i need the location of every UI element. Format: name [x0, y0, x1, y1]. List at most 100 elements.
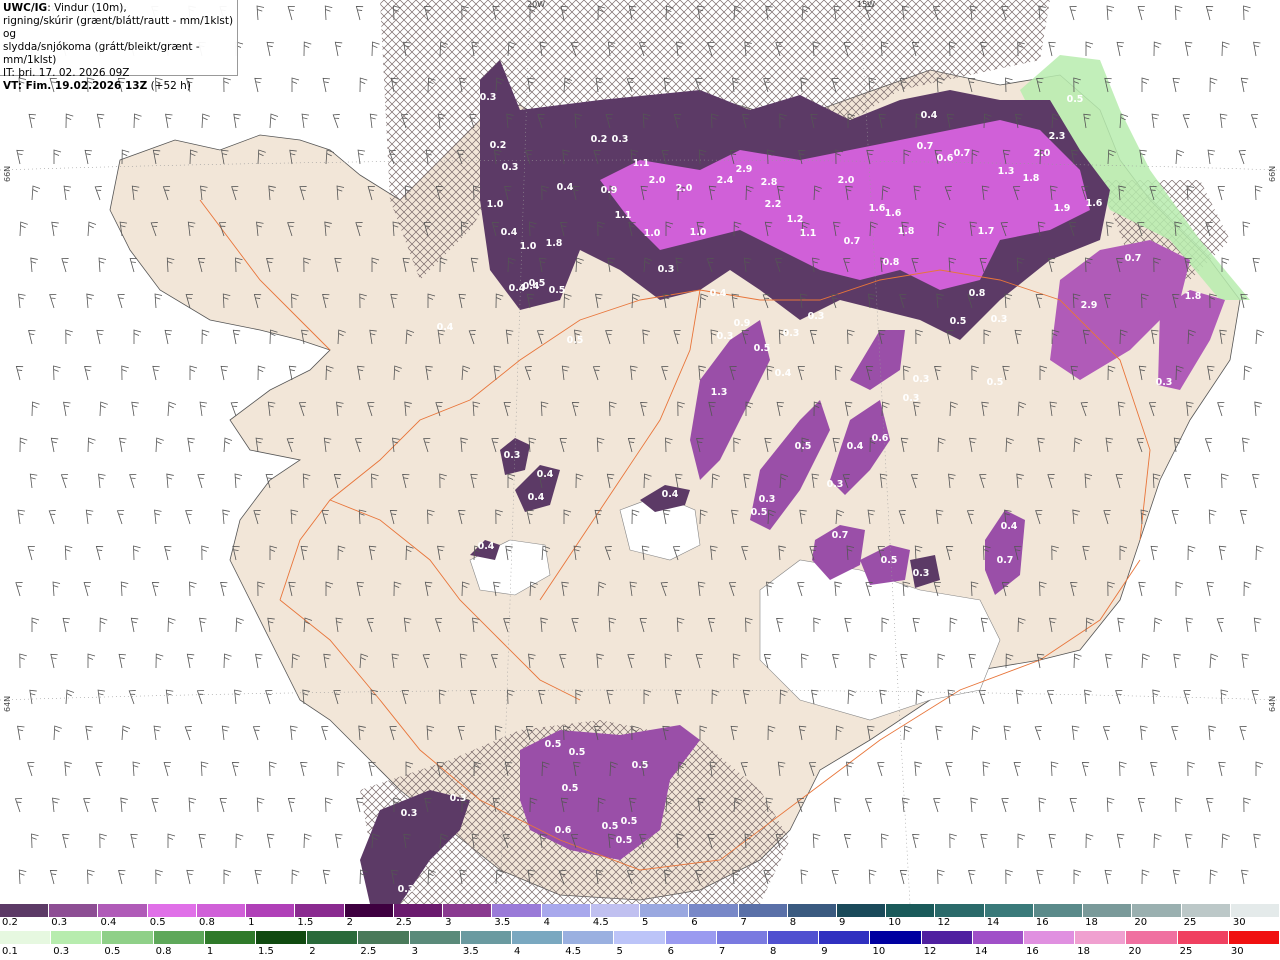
- legend-label: 25: [1183, 917, 1197, 928]
- legend-label: 4: [514, 946, 521, 957]
- legend-label: 14: [974, 946, 988, 957]
- legend-label: 0.3: [53, 946, 70, 957]
- precip-value-label: 2.4: [717, 175, 734, 186]
- precip-value-label: 0.5: [754, 343, 771, 354]
- legend-swatch: [984, 904, 1034, 917]
- legend-label: 16: [1035, 917, 1049, 928]
- legend-label: 8: [789, 917, 797, 928]
- legend-swatch: [153, 931, 205, 944]
- precip-value-label: 1.1: [800, 228, 817, 239]
- precip-value-label: 0.5: [569, 747, 586, 758]
- precip-value-label: 0.3: [450, 793, 467, 804]
- legend-label: 0.3: [51, 917, 68, 928]
- legend-swatch: [665, 931, 717, 944]
- precip-value-label: 0.7: [844, 236, 861, 247]
- precip-value-label: 0.5: [616, 835, 633, 846]
- precip-value-label: 0.3: [717, 331, 734, 342]
- legend-swatch: [492, 904, 542, 917]
- legend-swatch: [563, 931, 615, 944]
- legend-label: 0.5: [149, 917, 166, 928]
- legend-swatch: [1181, 904, 1231, 917]
- legend-swatch: [256, 931, 308, 944]
- precip-value-label: 1.1: [633, 158, 650, 169]
- precip-value-label: 0.3: [808, 311, 825, 322]
- legend-swatch: [51, 931, 103, 944]
- legend-swatch: [614, 931, 666, 944]
- legend-label: 1.5: [297, 917, 314, 928]
- legend-label: 30: [1232, 917, 1246, 928]
- precip-value-label: 0.7: [1125, 253, 1142, 264]
- legend-label: 1: [248, 917, 255, 928]
- legend-label: 7: [740, 917, 747, 928]
- legend-swatch: [1024, 931, 1076, 944]
- precip-value-label: 0.4: [847, 441, 864, 452]
- legend-label: 20: [1128, 946, 1142, 957]
- legend-label: 1: [206, 946, 214, 957]
- legend-label: 8: [770, 946, 777, 957]
- precip-value-label: 1.6: [885, 208, 902, 219]
- legend-swatch: [1177, 931, 1229, 944]
- precip-value-label: 1.8: [1023, 173, 1040, 184]
- legend-label: 4.5: [592, 917, 609, 928]
- lat-label-66n-left: 66N: [3, 165, 12, 182]
- legend-label: 0.4: [100, 917, 117, 928]
- precip-value-label: 0.6: [872, 433, 889, 444]
- precip-value-label: 0.3: [991, 314, 1008, 325]
- legend-swatch: [98, 904, 148, 917]
- legend-label: 3: [445, 917, 452, 928]
- precip-value-label: 0.3: [504, 450, 521, 461]
- legend-label: 30: [1230, 946, 1244, 957]
- precip-value-label: 1.0: [520, 241, 537, 252]
- precip-value-label: 0.4: [921, 110, 938, 121]
- legend-label: 3.5: [494, 917, 511, 928]
- legend-swatch: [344, 904, 394, 917]
- legend-swatch: [590, 904, 641, 917]
- legend-label: 1.5: [258, 946, 274, 957]
- legend-label: 0.5: [104, 946, 121, 957]
- legend-label: 16: [1026, 946, 1039, 957]
- precip-value-label: 1.3: [998, 166, 1015, 177]
- precip-value-label: 0.6: [555, 825, 572, 836]
- legend-label: 25: [1179, 946, 1193, 957]
- precip-value-label: 0.4: [662, 489, 679, 500]
- precip-value-label: 0.6: [937, 153, 954, 164]
- legend-swatch: [102, 931, 154, 944]
- legend-swatch: [836, 904, 887, 917]
- title-line-3: slydda/snjókoma (grátt/bleikt/grænt - mm…: [3, 41, 200, 66]
- precip-value-label: 0.3: [502, 162, 519, 173]
- precip-value-label: 0.4: [710, 288, 727, 299]
- legend-swatch: [921, 931, 973, 944]
- precip-value-label: 0.5: [562, 783, 579, 794]
- precip-value-label: 0.3: [480, 92, 497, 103]
- precip-value-label: 0.4: [478, 541, 495, 552]
- precip-value-label: 0.5: [881, 555, 898, 566]
- precip-value-label: 1.2: [787, 214, 804, 225]
- precip-value-label: 1.1: [615, 210, 632, 221]
- legend-label: 20: [1134, 917, 1148, 928]
- precip-value-label: 1.6: [1086, 198, 1103, 209]
- lat-label-64n-right: 64N: [1268, 695, 1277, 712]
- precip-value-label: 2.8: [761, 177, 778, 188]
- legend-label: 4.5: [565, 946, 582, 957]
- precip-value-label: 0.5: [602, 821, 619, 832]
- precip-value-label: 0.7: [832, 530, 849, 541]
- legend-swatch: [409, 931, 461, 944]
- legend-swatch: [787, 904, 837, 917]
- legend-swatch: [49, 904, 99, 917]
- legend-label: 0.1: [2, 946, 18, 957]
- precip-value-label: 1.0: [487, 199, 504, 210]
- precip-value-label: 2.9: [1081, 300, 1098, 311]
- legend-label: 2: [309, 946, 316, 957]
- legend-label: 3: [411, 946, 418, 957]
- title-line-1: : Vindur (10m),: [47, 2, 127, 14]
- legend-label: 0.8: [198, 917, 215, 928]
- legend-swatch: [460, 931, 513, 944]
- legend-label: 12: [923, 946, 937, 957]
- legend-label: 4: [543, 917, 550, 928]
- legend-snow-labels: 0.2 0.3 0.4 0.5 0.8 1 1.5 2 2.5 3 3.5 4 4.5 5 6 7 8 9 10 12…: [0, 917, 1280, 930]
- legend-label: 18: [1085, 917, 1098, 928]
- legend-swatch: [307, 931, 359, 944]
- precip-value-label: 1.7: [978, 226, 995, 237]
- precip-value-label: 0.9: [734, 318, 751, 329]
- precip-value-label: 1.3: [711, 387, 728, 398]
